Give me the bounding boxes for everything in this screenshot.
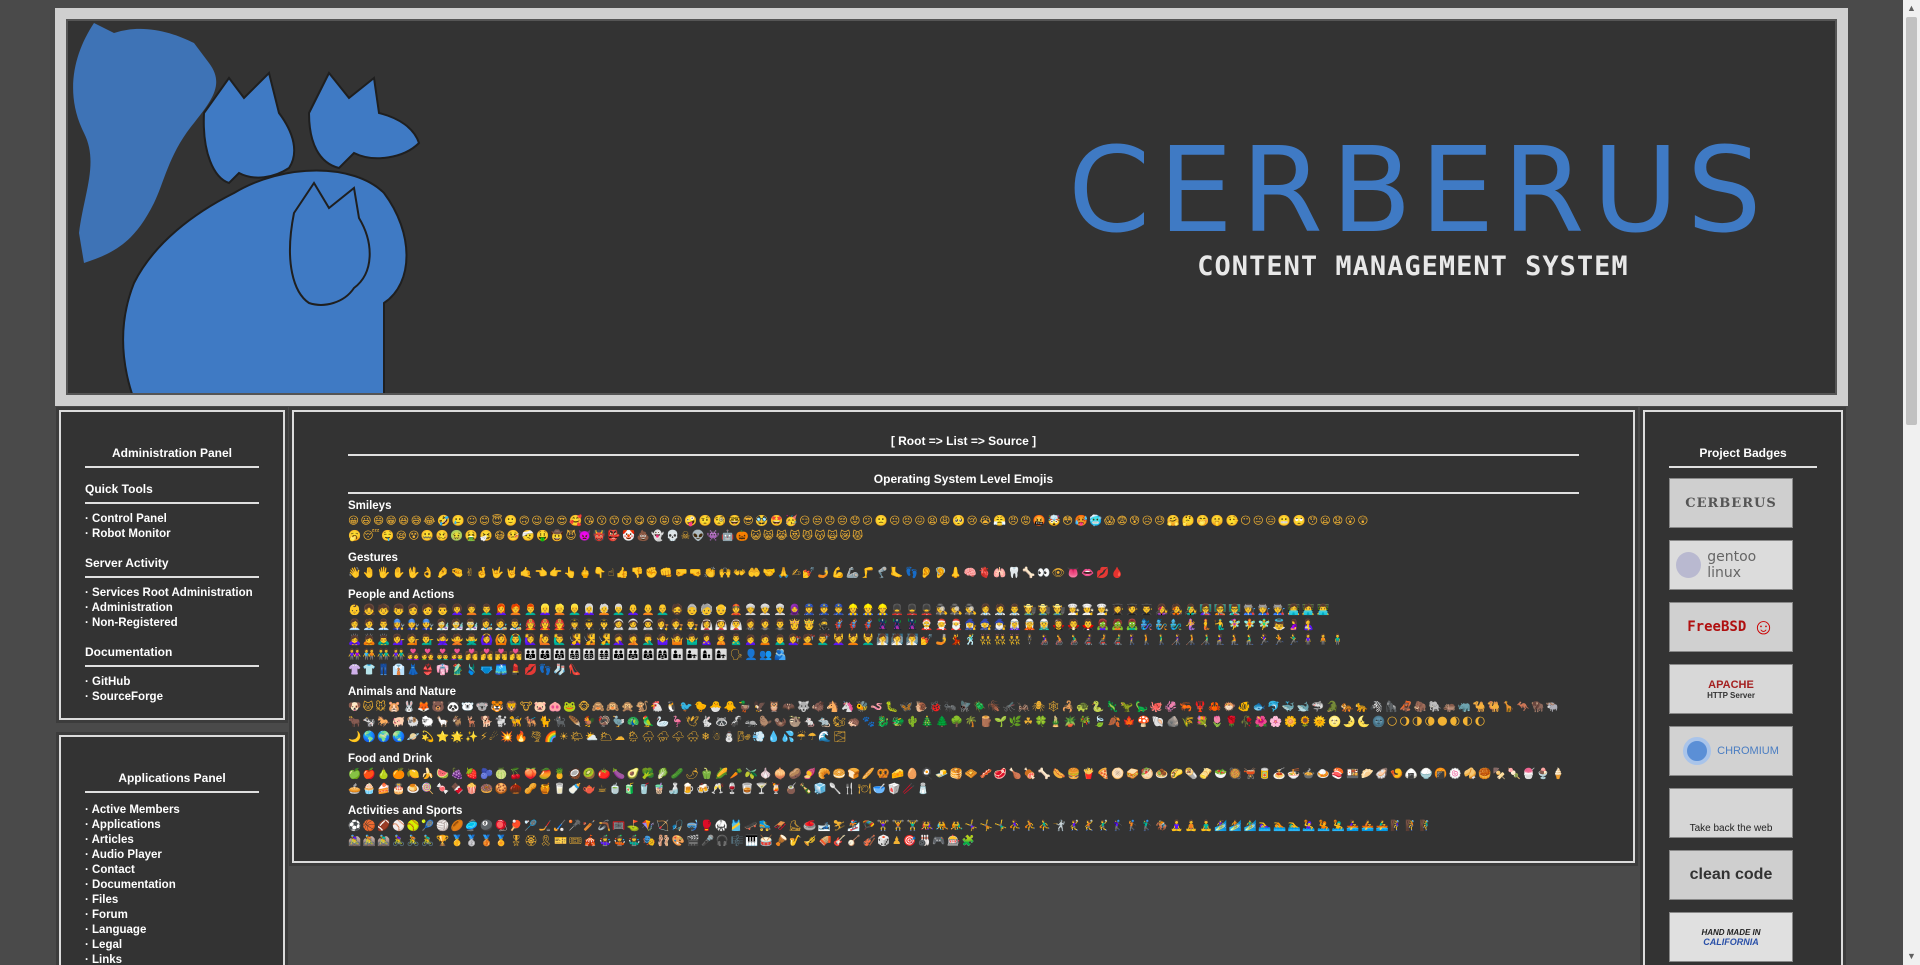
emoji-row: 🥧🧁🍰🎂🍮🍭🍬🍫🍿🍩🍪🌰🥜🍯🥛🍼🫖☕🍵🧃🥤🧋🍶🍺🍻🥂🍷🥃🍸🍹🧉🍾🧊🥄🍴🍽🥣🥡🥢🧂 <box>348 783 932 795</box>
firefox-badge[interactable]: Take back the web <box>1669 788 1793 838</box>
scroll-thumb[interactable] <box>1906 17 1917 425</box>
clean-code-badge[interactable]: clean code <box>1669 850 1793 900</box>
applications-list: Active Members Applications Articles Aud… <box>85 803 259 965</box>
emoji-row: 🙇‍♀️🙇🙇‍♂️💁‍♀️💁💁‍♂️🙅‍♀️🙅🙅‍♂️🙆‍♀️🙆🙆‍♂️🙋‍♀️… <box>348 634 1346 646</box>
section-heading-quick-tools: Quick Tools <box>85 478 259 504</box>
emoji-row: 👚👕👖👔👗👙👘🥻🩱🩲🩳💄💋👣🧦👠 <box>348 664 583 676</box>
freebsd-badge[interactable]: FreeBSD ☺ <box>1669 602 1793 652</box>
badge-label: clean code <box>1689 866 1773 883</box>
panel-title: Administration Panel <box>85 446 259 468</box>
emoji-row: 🚵‍♀️🚵🚵‍♂️🚴‍♀️🚴🚴‍♂️🏆🥇🥈🥉🏅🎖🏵🎗🎫🎟🎪🤹‍♀️🤹🤹‍♂️🎭🩰… <box>348 835 977 847</box>
site-title: CERBERUS <box>1068 121 1770 259</box>
freebsd-daemon-icon: ☺ <box>1752 614 1775 639</box>
gentoo-badge[interactable]: gentoo linux <box>1669 540 1793 590</box>
nav-link-legal[interactable]: Legal <box>85 938 259 953</box>
project-badges-panel: Project Badges CERBERUS gentoo linux Fre… <box>1640 407 1846 965</box>
quick-tools-list: Control Panel Robot Monitor <box>85 512 259 542</box>
page-title: Operating System Level Emojis <box>348 472 1579 494</box>
header-banner: CERBERUS CONTENT MANAGEMENT SYSTEM <box>66 19 1837 395</box>
server-activity-list: Services Root Administration Administrat… <box>85 586 259 631</box>
group-heading: Gestures <box>348 552 398 564</box>
nav-link-control-panel[interactable]: Control Panel <box>85 512 259 527</box>
site-subtitle: CONTENT MANAGEMENT SYSTEM <box>1197 251 1629 282</box>
badge-label: FreeBSD <box>1687 619 1747 635</box>
emoji-row: 👋🤚🖐✋🖖👌🤌🤏✌🤞🤟🤘🤙👈👉👆🖕👇☝👍👎✊👊🤛🤜👏🙌👐🤲🤝🙏✍💅🤳💪🦾🦵🦿🦶👣… <box>348 567 1126 579</box>
emoji-row: 🍏🍎🍐🍊🍋🍌🍉🍇🍓🫐🍈🍒🍑🥭🍍🥥🥝🍅🍆🥑🥦🥬🥒🌶🫑🌽🥕🫒🧄🧅🥔🍠🥐🥯🍞🥖🥨🧀🥚🍳… <box>348 768 1567 780</box>
badge-sublabel: HTTP Server <box>1707 690 1755 700</box>
nav-link-links[interactable]: Links <box>85 953 259 965</box>
group-heading: People and Actions <box>348 589 455 601</box>
nav-link-administration[interactable]: Administration <box>85 601 259 616</box>
emoji-group-people-and-actions: People and Actions 👶👧🧒👦👩🧑👨👩‍🦱🧑‍🦱👨‍🦱👩‍🦰🧑‍… <box>348 589 1579 678</box>
emoji-row: 😀😃😄😁😆😅😂🤣🥲☺😊😇🙂🙃😉😌😍🥰😘😗😙😚😋😛😝😜🤪🤨🧐🤓😎🥸🤩🥳😏😒😞😔😟😕… <box>348 515 1370 527</box>
emoji-row: 🐶🐱🐭🐹🐰🦊🐻🐼🐻‍❄️🐨🐯🦁🐮🐷🐽🐸🐵🙈🙉🙊🐒🐔🐧🐦🐤🐣🐥🦆🦅🦉🦇🐺🐗🐴🦄🐝🪱… <box>348 701 1561 713</box>
nav-link-github[interactable]: GitHub <box>85 675 259 690</box>
emoji-row: 👩‍💼🧑‍💼👨‍💼👩‍🔧🧑‍🔧👨‍🔧👩‍🔬🧑‍🔬👨‍🔬👩‍🎨🧑‍🎨👨‍🎨👩‍🚒🧑… <box>348 619 1317 631</box>
page-scrollbar[interactable]: ▲ ▼ <box>1903 0 1920 965</box>
emoji-group-food-and-drink: Food and Drink 🍏🍎🍐🍊🍋🍌🍉🍇🍓🫐🍈🍒🍑🥭🍍🥥🥝🍅🍆🥑🥦🥬🥒🌶🫑… <box>348 753 1579 797</box>
emoji-row: 🥱😴🤤😪😵🤐🥴🤢🤮🤧😷🤒🤕🤑🤠😈👿👹👺🤡💩👻💀☠👽👾🤖🎃😺😸😹😻😼😽🙀😿😾 <box>348 530 865 542</box>
nav-link-forum[interactable]: Forum <box>85 908 259 923</box>
nav-link-articles[interactable]: Articles <box>85 833 259 848</box>
breadcrumb[interactable]: [ Root => List => Source ] <box>348 434 1579 456</box>
badge-label: CHROMIUM <box>1717 745 1779 757</box>
section-heading-server-activity: Server Activity <box>85 552 259 578</box>
chromium-badge[interactable]: CHROMIUM <box>1669 726 1793 776</box>
nav-link-services-root-administration[interactable]: Services Root Administration <box>85 586 259 601</box>
nav-link-documentation[interactable]: Documentation <box>85 878 259 893</box>
documentation-list: GitHub SourceForge <box>85 675 259 705</box>
emoji-group-activities-and-sports: Activities and Sports ⚽🏀🏈⚾🥎🎾🏐🏉🥏🎱🪀🏓🏸🏒🏑🥍🏏🪃… <box>348 805 1579 849</box>
panel-title: Project Badges <box>1669 446 1817 468</box>
scroll-down-arrow-icon[interactable]: ▼ <box>1903 948 1920 965</box>
badge-label: APACHE <box>1708 678 1754 691</box>
california-badge[interactable]: HAND MADE IN CALIFORNIA <box>1669 912 1793 962</box>
panel-title: Applications Panel <box>85 771 259 793</box>
scroll-up-arrow-icon[interactable]: ▲ <box>1903 0 1920 17</box>
nav-link-non-registered[interactable]: Non-Registered <box>85 616 259 631</box>
badge-label: gentoo linux <box>1707 549 1757 581</box>
section-heading-documentation: Documentation <box>85 641 259 667</box>
nav-link-files[interactable]: Files <box>85 893 259 908</box>
group-heading: Smileys <box>348 500 392 512</box>
cerberus-badge[interactable]: CERBERUS <box>1669 478 1793 528</box>
cerberus-logo-icon <box>73 23 421 393</box>
nav-link-contact[interactable]: Contact <box>85 863 259 878</box>
emoji-group-smileys: Smileys 😀😃😄😁😆😅😂🤣🥲☺😊😇🙂🙃😉😌😍🥰😘😗😙😚😋😛😝😜🤪🤨🧐🤓😎🥸… <box>348 500 1579 544</box>
group-heading: Animals and Nature <box>348 686 456 698</box>
group-heading: Activities and Sports <box>348 805 463 817</box>
nav-link-audio-player[interactable]: Audio Player <box>85 848 259 863</box>
emoji-row: 🌙🌎🌍🌏🪐💫⭐🌟✨⚡☄💥🔥🌪🌈☀🌤⛅🌥☁🌦🌧⛈🌩🌨❄☃⛄🌬💨💧💦☔☂🌊🌫 <box>348 731 848 743</box>
main-content-panel: [ Root => List => Source ] Operating Sys… <box>289 407 1638 866</box>
chromium-icon <box>1683 737 1712 765</box>
badge-label: CERBERUS <box>1685 495 1777 511</box>
emoji-row: ⚽🏀🏈⚾🥎🎾🏐🏉🥏🎱🪀🏓🏸🏒🏑🥍🏏🪃🥅⛳🪁🏹🎣🤿🥊🥋🎽🛹🛼🛷⛸🥌🎿⛷🏂🪂🏋️‍♀… <box>348 820 1435 832</box>
emoji-group-gestures: Gestures 👋🤚🖐✋🖖👌🤌🤏✌🤞🤟🤘🤙👈👉👆🖕👇☝👍👎✊👊🤛🤜👏🙌👐🤲🤝🙏… <box>348 552 1579 581</box>
applications-panel: Applications Panel Active Members Applic… <box>56 732 288 965</box>
emoji-group-animals-and-nature: Animals and Nature 🐶🐱🐭🐹🐰🦊🐻🐼🐻‍❄️🐨🐯🦁🐮🐷🐽🐸🐵🙈… <box>348 686 1579 745</box>
apache-badge[interactable]: APACHE HTTP Server <box>1669 664 1793 714</box>
nav-link-sourceforge[interactable]: SourceForge <box>85 690 259 705</box>
gentoo-icon <box>1676 552 1702 578</box>
site-header: CERBERUS CONTENT MANAGEMENT SYSTEM <box>55 8 1848 406</box>
emoji-row: 👶👧🧒👦👩🧑👨👩‍🦱🧑‍🦱👨‍🦱👩‍🦰🧑‍🦰👨‍🦰👱‍♀️👱👱‍♂️👩‍🦳🧑‍🦳… <box>348 604 1332 616</box>
nav-link-applications[interactable]: Applications <box>85 818 259 833</box>
nav-link-language[interactable]: Language <box>85 923 259 938</box>
badge-label: HAND MADE IN <box>1701 927 1761 937</box>
emoji-row: 👭🧑‍🤝‍🧑👬👫👩‍❤️‍👩💑👨‍❤️‍👨👩‍❤️‍👨👩‍❤️‍💋‍👩💏👨‍❤️… <box>348 649 789 661</box>
badge-label: Take back the web <box>1689 823 1773 834</box>
group-heading: Food and Drink <box>348 753 433 765</box>
nav-link-active-members[interactable]: Active Members <box>85 803 259 818</box>
administration-panel: Administration Panel Quick Tools Control… <box>56 407 288 723</box>
badge-sublabel: CALIFORNIA <box>1703 936 1759 947</box>
nav-link-robot-monitor[interactable]: Robot Monitor <box>85 527 259 542</box>
emoji-row: 🐂🐄🐎🐖🐏🐑🦙🐐🦌🐕🐩🦮🐕‍🦺🐈🐈‍⬛🪶🐓🦃🦤🦚🦜🦢🦩🕊🐇🦝🦨🦡🦫🦦🦥🐁🐀🐿🦔🐾… <box>348 716 1488 728</box>
